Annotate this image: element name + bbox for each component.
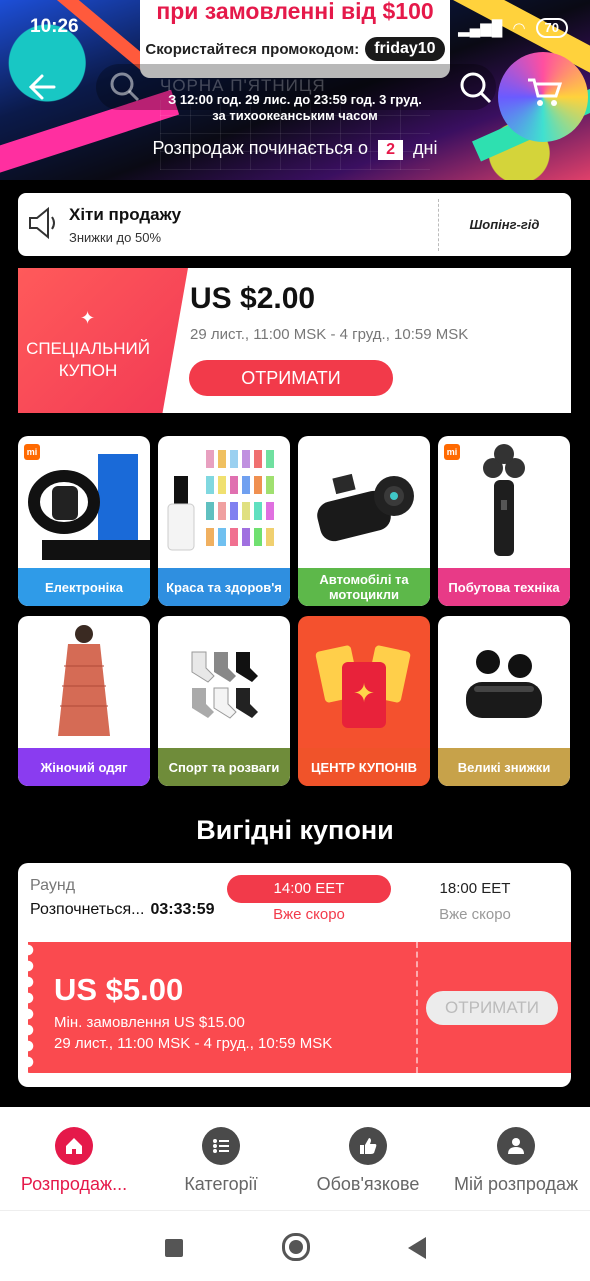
- voucher-dates: 29 лист., 11:00 MSK - 4 груд., 10:59 MSK: [54, 1035, 333, 1052]
- battery-icon: 70: [535, 18, 568, 38]
- coupon-label: СПЕЦІАЛЬНИЙ КУПОН: [26, 339, 150, 380]
- get-voucher-button[interactable]: ОТРИМАТИ: [426, 991, 558, 1025]
- time-tab-1400[interactable]: 14:00 EET: [227, 875, 391, 903]
- nav-label: Категорії: [184, 1174, 258, 1194]
- home-icon: [55, 1127, 93, 1165]
- shopping-guide-link[interactable]: Шопінг-гід: [438, 217, 571, 232]
- hits-title: Хіти продажу: [69, 205, 182, 224]
- days-badge: 2: [378, 140, 403, 160]
- coat-image: [58, 625, 110, 736]
- signal-icon: ▂▄▆█: [458, 20, 503, 37]
- promo-code-row: Скористайтеся промокодом: friday10: [140, 37, 450, 61]
- category-label: ЦЕНТР КУПОНІВ: [298, 748, 430, 786]
- category-label: Автомобілі та мотоцикли: [298, 568, 430, 606]
- brand-badge: mi: [444, 444, 460, 460]
- nav-label: Мій розпродаж: [453, 1174, 579, 1194]
- category-electronics[interactable]: mi Електроніка: [18, 436, 150, 606]
- nav-tab-must-have[interactable]: Обов'язкове: [294, 1127, 442, 1195]
- thumbs-up-icon: [349, 1127, 387, 1165]
- category-label: Краса та здоров'я: [158, 568, 290, 606]
- coupon-amount: US $2.00: [190, 282, 316, 315]
- nav-tab-my-sale[interactable]: Мій розпродаж: [442, 1127, 590, 1195]
- category-appliances[interactable]: mi Побутова техніка: [438, 436, 570, 606]
- voucher-card: US $5.00 Мін. замовлення US $15.00 29 ли…: [28, 942, 416, 1073]
- voucher-amount: US $5.00: [54, 972, 184, 1007]
- back-arrow-icon[interactable]: [24, 68, 62, 106]
- list-icon: [202, 1127, 240, 1165]
- speaker-icon: [29, 206, 55, 240]
- round-countdown: Розпочнеться... 03:33:59: [30, 901, 214, 919]
- recents-button-icon[interactable]: [165, 1239, 183, 1257]
- socks-image: [191, 651, 258, 719]
- round-start-label: Розпочнеться...: [30, 901, 145, 918]
- category-coupon-center[interactable]: ✦ ЦЕНТР КУПОНІВ: [298, 616, 430, 786]
- cart-button[interactable]: [498, 52, 588, 142]
- time-tab-1800[interactable]: 18:00 EET: [395, 880, 555, 897]
- category-sports[interactable]: Спорт та розваги: [158, 616, 290, 786]
- promo-headline: при замовленні від $100: [156, 0, 434, 24]
- category-label: Жіночий одяг: [18, 748, 150, 786]
- coupon-round-card: Раунд Розпочнеться... 03:33:59 14:00 EET …: [18, 863, 571, 1087]
- category-label: Великі знижки: [438, 748, 570, 786]
- home-button-icon[interactable]: [282, 1233, 310, 1261]
- svg-text:✦: ✦: [353, 679, 375, 709]
- days-suffix: дні: [413, 138, 438, 158]
- countdown-timer: 03:33:59: [150, 901, 215, 918]
- nav-tab-sale[interactable]: Розпродаж...: [0, 1127, 148, 1195]
- category-big-discounts[interactable]: Великі знижки: [438, 616, 570, 786]
- brand-badge: mi: [24, 444, 40, 460]
- search-button-icon[interactable]: [458, 70, 494, 106]
- back-button-icon[interactable]: [408, 1237, 426, 1259]
- category-label: Електроніка: [18, 568, 150, 606]
- earbuds-image: [466, 650, 542, 718]
- search-icon: [110, 72, 140, 102]
- dashcam-image: [317, 473, 414, 542]
- cart-icon: [528, 78, 562, 106]
- user-icon: [497, 1127, 535, 1165]
- status-icons: ▂▄▆█ ◠ 70: [458, 18, 568, 38]
- system-navigation-bar: [0, 1210, 590, 1281]
- wifi-icon: ◠: [512, 20, 526, 37]
- get-coupon-button[interactable]: ОТРИМАТИ: [189, 360, 393, 396]
- hits-subtitle: Знижки до 50%: [69, 230, 161, 245]
- special-coupon: ✦ СПЕЦІАЛЬНИЙ КУПОН US $2.00 29 лист., 1…: [18, 268, 571, 413]
- sale-countdown: Розпродаж починається о 2 дні: [0, 138, 590, 160]
- voucher-min-order: Мін. замовлення US $15.00: [54, 1014, 245, 1031]
- nail-polish-image: [167, 450, 274, 551]
- coupon-dates: 29 лист., 11:00 MSK - 4 груд., 10:59 MSK: [190, 326, 469, 343]
- promo-code-label: Скористайтеся промокодом:: [145, 40, 360, 58]
- section-title: Вигідні купони: [196, 815, 394, 845]
- category-womens-clothing[interactable]: Жіночий одяг: [18, 616, 150, 786]
- nav-label: Обов'язкове: [316, 1174, 420, 1194]
- sale-countdown-label: Розпродаж починається о: [152, 138, 369, 158]
- round-label: Раунд: [30, 877, 76, 894]
- status-time: 10:26: [30, 16, 79, 37]
- sale-dates-line2: за тихоокеанським часом: [212, 108, 378, 123]
- nav-label: Розпродаж...: [20, 1174, 128, 1194]
- coupon-tickets-image: ✦: [315, 645, 411, 728]
- coupon-label-panel: ✦ СПЕЦІАЛЬНИЙ КУПОН: [18, 268, 188, 413]
- sale-dates-line1: З 12:00 год. 29 лис. до 23:59 год. 3 гру…: [168, 92, 422, 107]
- category-label: Побутова техніка: [438, 568, 570, 606]
- nav-tab-categories[interactable]: Категорії: [147, 1127, 295, 1195]
- bottom-navigation: Розпродаж... Категорії Обов'язкове Мій р…: [0, 1107, 590, 1210]
- sale-dates: З 12:00 год. 29 лис. до 23:59 год. 3 гру…: [150, 92, 440, 124]
- hits-banner[interactable]: Хіти продажу Знижки до 50% Шопінг-гід: [18, 193, 571, 256]
- promo-code[interactable]: friday10: [365, 37, 445, 61]
- sparkle-icon: ✦: [80, 308, 96, 328]
- category-beauty[interactable]: Краса та здоров'я: [158, 436, 290, 606]
- time-tab-status: Вже скоро: [439, 906, 511, 923]
- category-label: Спорт та розваги: [158, 748, 290, 786]
- category-auto[interactable]: Автомобілі та мотоцикли: [298, 436, 430, 606]
- time-tab-status: Вже скоро: [273, 906, 345, 923]
